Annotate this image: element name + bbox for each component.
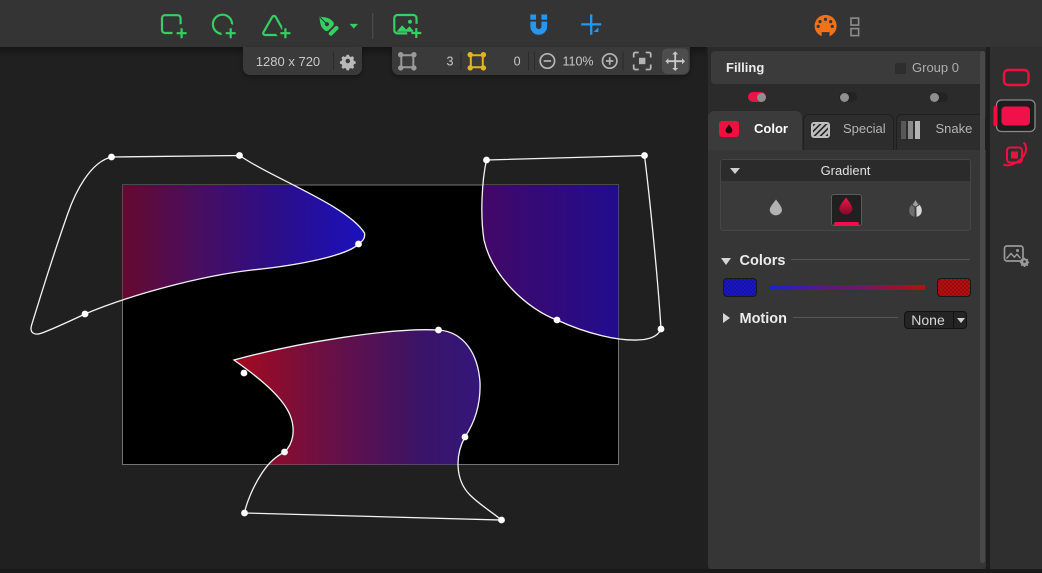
svg-text:110%: 110%: [562, 55, 593, 69]
svg-text:0: 0: [514, 55, 521, 69]
svg-text:1280 x 720: 1280 x 720: [256, 54, 320, 69]
svg-text:3: 3: [447, 55, 454, 69]
